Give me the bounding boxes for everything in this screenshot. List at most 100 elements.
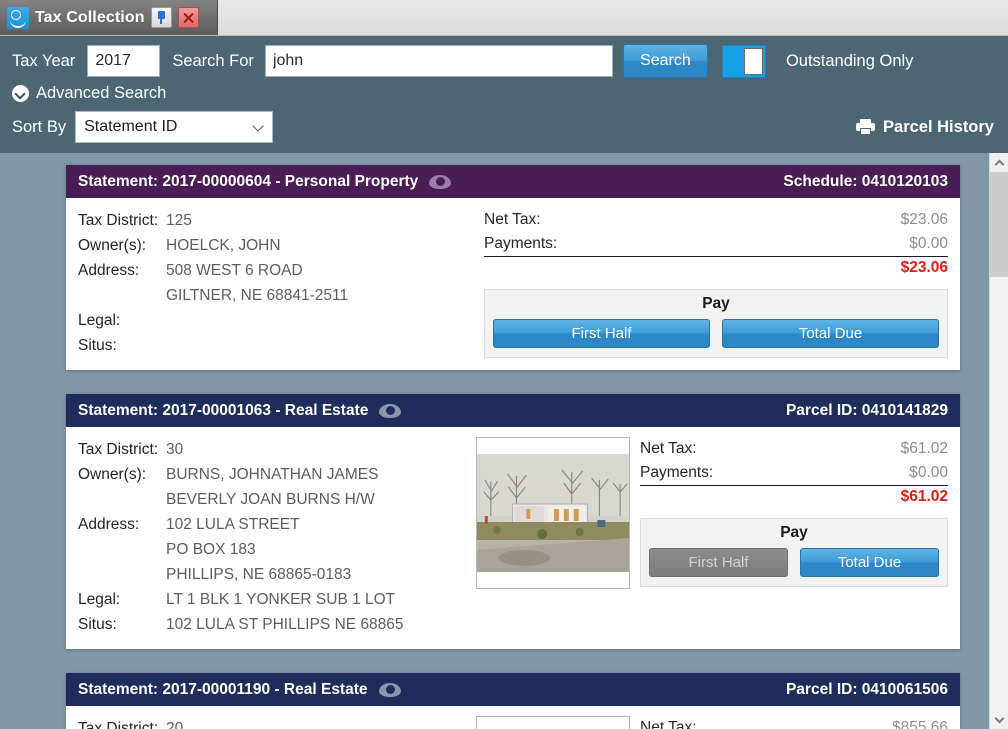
detail-label: [78, 562, 166, 587]
detail-row: Owner(s): HOELCK, JOHN: [78, 233, 476, 258]
net-tax-row: Net Tax: $61.02: [640, 437, 948, 461]
sort-by-select[interactable]: Statement ID: [75, 111, 274, 143]
view-details-eye-icon[interactable]: [379, 403, 402, 418]
statement-title: Statement: 2017-00001190 - Real Estate: [78, 680, 368, 698]
search-input[interactable]: [264, 45, 613, 77]
pay-first-half-button: First Half: [649, 548, 788, 577]
statement-title: Statement: 2017-00000604 - Personal Prop…: [78, 172, 419, 190]
detail-label: Address:: [78, 516, 140, 533]
chevron-down-icon: [252, 120, 264, 132]
view-details-eye-icon[interactable]: [429, 174, 452, 189]
statement-card: Statement: 2017-00001063 - Real Estate P…: [66, 394, 960, 649]
detail-value: BEVERLY JOAN BURNS H/W: [166, 491, 375, 508]
outstanding-only-toggle[interactable]: [721, 44, 766, 78]
pay-total-due-button[interactable]: Total Due: [800, 548, 939, 577]
search-for-label: Search For: [172, 51, 254, 70]
view-details-eye-icon[interactable]: [378, 682, 401, 697]
pay-panel: Pay First Half Total Due: [640, 518, 948, 587]
detail-label: Legal:: [78, 312, 121, 329]
outstanding-only-label: Outstanding Only: [785, 51, 914, 70]
detail-row: Situs:: [78, 333, 476, 358]
detail-label: Owner(s):: [78, 466, 147, 483]
detail-row: Tax District: 30: [78, 437, 476, 462]
detail-row: Address: 102 LULA STREET: [78, 512, 476, 537]
detail-value: LT 1 BLK 1 YONKER SUB 1 LOT: [166, 591, 396, 608]
close-button[interactable]: [177, 7, 199, 28]
detail-row: GILTNER, NE 68841-2511: [78, 283, 476, 308]
pin-button[interactable]: [150, 7, 172, 28]
statement-card-body: Tax District: 30 Owner(s): BURNS, JOHNAT…: [66, 427, 960, 649]
detail-value: 20: [166, 720, 184, 729]
tax-year-input[interactable]: [87, 45, 161, 77]
chevron-up-icon: [994, 159, 1005, 169]
payments-label: Payments:: [484, 235, 558, 252]
property-thumbnail[interactable]: [476, 716, 630, 729]
scroll-up-button[interactable]: [990, 153, 1008, 172]
net-tax-value: $61.02: [900, 440, 948, 457]
property-thumbnail[interactable]: [476, 437, 630, 589]
detail-value: HOELCK, JOHN: [166, 237, 281, 254]
statement-card-header: Statement: 2017-00001063 - Real Estate P…: [66, 394, 960, 427]
balance-row: $23.06: [484, 256, 948, 277]
detail-value: PHILLIPS, NE 68865-0183: [166, 566, 352, 583]
statement-identifier: Parcel ID: 0410061506: [785, 680, 948, 698]
close-icon: [182, 11, 195, 24]
toggle-knob: [743, 47, 763, 75]
search-row: Tax Year Search For Search Outstanding O…: [12, 36, 996, 80]
statement-card-list: Statement: 2017-00000604 - Personal Prop…: [0, 153, 1008, 729]
statement-identifier: Schedule: 0410120103: [783, 172, 948, 190]
detail-label: Owner(s):: [78, 237, 147, 254]
net-tax-row: Net Tax: $855.66: [640, 716, 948, 729]
pay-total-due-button[interactable]: Total Due: [722, 319, 939, 348]
advanced-search-label: Advanced Search: [36, 84, 167, 102]
detail-label: [78, 537, 166, 562]
advanced-search-toggle[interactable]: Advanced Search: [12, 80, 166, 107]
net-tax-value: $23.06: [900, 211, 948, 228]
detail-value: 125: [166, 212, 192, 229]
detail-row: Address: 508 WEST 6 ROAD: [78, 258, 476, 283]
detail-row: Owner(s): BURNS, JOHNATHAN JAMES: [78, 462, 476, 487]
amounts-column: Net Tax: $855.66 Payments: $0.00 $855.66…: [632, 716, 948, 729]
statement-card-header: Statement: 2017-00001190 - Real Estate P…: [66, 673, 960, 706]
net-tax-label: Net Tax:: [484, 211, 541, 228]
detail-label: Situs:: [78, 337, 117, 354]
amounts-column: Net Tax: $23.06 Payments: $0.00 $23.06 P…: [476, 208, 948, 358]
coin-hand-icon: [7, 6, 29, 29]
payments-label: Payments:: [640, 464, 714, 481]
chevron-down-icon: [994, 713, 1005, 723]
window-titlebar: Tax Collection: [0, 0, 1008, 36]
detail-label: Tax District:: [78, 441, 159, 458]
header-left: Statement: 2017-00001063 - Real Estate: [78, 402, 402, 420]
payments-row: Payments: $0.00: [640, 461, 948, 485]
detail-row: BEVERLY JOAN BURNS H/W: [78, 487, 476, 512]
detail-value: 508 WEST 6 ROAD: [166, 262, 303, 279]
scroll-down-button[interactable]: [990, 710, 1008, 729]
detail-value: PO BOX 183: [166, 541, 256, 558]
parcel-history-button[interactable]: Parcel History: [856, 118, 996, 137]
tab-tax-collection[interactable]: Tax Collection: [0, 0, 218, 35]
detail-value: 30: [166, 441, 184, 458]
detail-row: Tax District: 125: [78, 208, 476, 233]
net-tax-value: $855.66: [891, 719, 948, 729]
detail-row: Legal:: [78, 308, 476, 333]
statement-details: Tax District: 20 Owner(s): CATES, JOHN W…: [78, 716, 476, 729]
chevron-down-icon: [12, 85, 29, 102]
sort-by-label: Sort By: [12, 117, 67, 136]
detail-label: Address:: [78, 262, 140, 279]
net-tax-label: Net Tax:: [640, 719, 697, 729]
sort-by-group: Sort By Statement ID: [12, 111, 274, 143]
pay-buttons: First Half Total Due: [649, 548, 939, 577]
statement-card-body: Tax District: 20 Owner(s): CATES, JOHN W…: [66, 706, 960, 729]
payments-value: $0.00: [909, 235, 948, 252]
sort-row: Sort By Statement ID Parcel History: [12, 107, 996, 147]
detail-row: Legal: LT 1 BLK 1 YONKER SUB 1 LOT: [78, 587, 476, 612]
pay-title: Pay: [780, 524, 808, 541]
results-scrollbar[interactable]: [989, 153, 1008, 729]
detail-label: [78, 283, 166, 308]
printer-icon: [856, 119, 876, 135]
search-button[interactable]: Search: [622, 44, 708, 78]
tax-year-label: Tax Year: [12, 51, 76, 70]
statement-details: Tax District: 30 Owner(s): BURNS, JOHNAT…: [78, 437, 476, 637]
pay-first-half-button[interactable]: First Half: [493, 319, 710, 348]
scrollbar-thumb[interactable]: [990, 172, 1008, 277]
